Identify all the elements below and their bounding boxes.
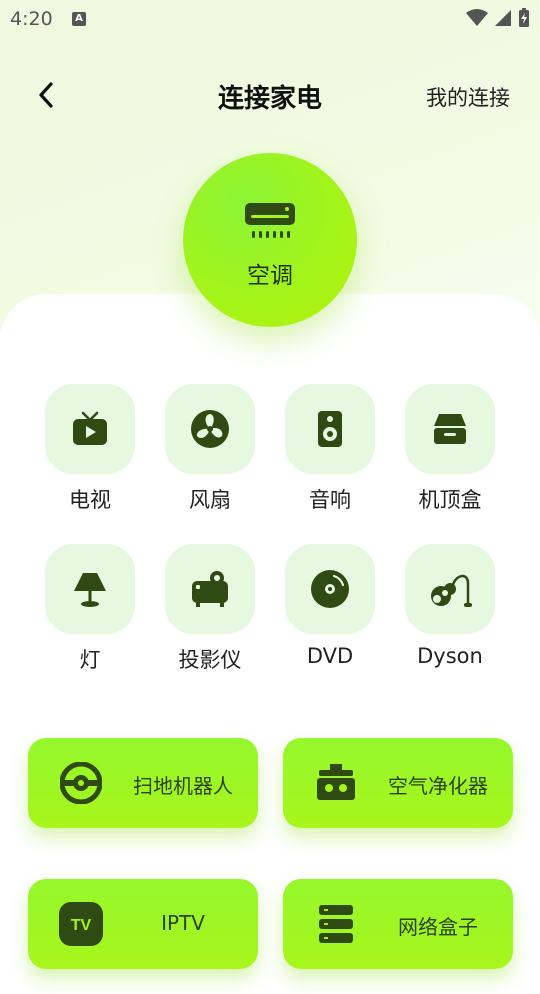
device-dyson[interactable]: Dyson <box>390 544 510 668</box>
robot-vacuum-button[interactable]: 扫地机器人 <box>28 738 258 828</box>
iptv-icon: TV <box>59 902 103 946</box>
speaker-icon <box>318 411 342 447</box>
wifi-icon <box>466 9 488 26</box>
network-box-icon <box>319 905 353 943</box>
device-lamp[interactable]: 灯 <box>30 544 150 674</box>
device-tile <box>165 544 255 634</box>
device-tile <box>45 544 135 634</box>
device-label: 音响 <box>309 488 351 512</box>
device-label: 电视 <box>69 488 111 512</box>
device-tile <box>405 384 495 474</box>
big-button-label: 网络盒子 <box>398 915 478 939</box>
tv-icon <box>73 411 107 445</box>
status-time: 4:20 <box>10 8 53 30</box>
device-speaker[interactable]: 音响 <box>270 384 390 514</box>
lamp-icon <box>74 573 106 607</box>
status-right-icons <box>466 8 530 28</box>
air-conditioner-hero-button[interactable]: 空调 <box>183 153 357 327</box>
battery-icon <box>519 8 529 27</box>
status-a-icon: A <box>72 12 86 26</box>
device-label: 风扇 <box>189 488 231 512</box>
status-bar: 4:20 A <box>0 0 540 38</box>
set-top-box-icon <box>434 414 466 444</box>
device-label: Dyson <box>417 644 483 668</box>
hero-label: 空调 <box>247 263 293 289</box>
big-button-label: 空气净化器 <box>388 774 488 798</box>
fan-icon <box>191 410 229 448</box>
air-purifier-button[interactable]: 空气净化器 <box>283 738 513 828</box>
air-purifier-icon <box>317 764 355 800</box>
iptv-icon-text: TV <box>71 917 92 934</box>
big-button-label: 扫地机器人 <box>133 774 233 798</box>
device-set-top-box[interactable]: 机顶盒 <box>390 384 510 514</box>
signal-icon <box>495 10 511 26</box>
device-label: DVD <box>306 644 354 668</box>
my-connections-link[interactable]: 我的连接 <box>426 82 510 112</box>
device-tile <box>285 384 375 474</box>
header: 连接家电 我的连接 <box>0 60 540 130</box>
projector-icon <box>192 571 228 607</box>
network-box-button[interactable]: 网络盒子 <box>283 879 513 969</box>
vacuum-icon <box>431 574 472 607</box>
device-tile <box>45 384 135 474</box>
device-tile <box>405 544 495 634</box>
robot-vacuum-icon <box>60 762 102 804</box>
iptv-button[interactable]: TV IPTV <box>28 879 258 969</box>
device-dvd[interactable]: DVD <box>270 544 390 668</box>
device-fan[interactable]: 风扇 <box>150 384 270 514</box>
dvd-icon <box>311 570 349 608</box>
air-conditioner-icon <box>245 203 295 238</box>
big-button-label: IPTV <box>161 911 205 935</box>
device-label: 机顶盒 <box>418 488 482 512</box>
device-tv[interactable]: 电视 <box>30 384 150 514</box>
device-tile <box>285 544 375 634</box>
device-label: 投影仪 <box>178 648 242 672</box>
device-tile <box>165 384 255 474</box>
device-label: 灯 <box>79 648 101 672</box>
device-projector[interactable]: 投影仪 <box>150 544 270 674</box>
